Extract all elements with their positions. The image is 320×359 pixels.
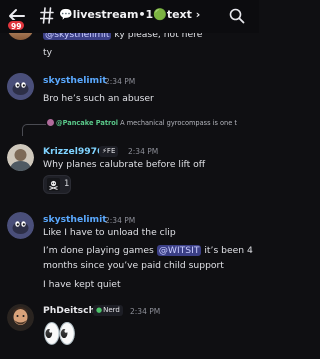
- reply-preview[interactable]: @Pancake Patrol A mechanical gyrocompass…: [47, 119, 237, 127]
- search-button[interactable]: [229, 8, 245, 24]
- reaction-count: 1: [64, 179, 70, 189]
- username[interactable]: Krizzel9976: [43, 146, 103, 157]
- avatar[interactable]: [7, 144, 34, 171]
- reaction-pill[interactable]: 1: [43, 175, 71, 194]
- reply-avatar-icon: [47, 119, 54, 126]
- message-text: months since you’ve paid child support: [43, 260, 224, 271]
- timestamp: 2:34 PM: [105, 77, 136, 86]
- username[interactable]: PhDeitsch: [43, 305, 95, 316]
- role-tag[interactable]: ⚡FE: [99, 146, 119, 157]
- pirate-flag-icon: [47, 178, 60, 191]
- emoji-message: 👀: [42, 317, 77, 350]
- timestamp: 2:34 PM: [130, 307, 161, 316]
- hash-icon: [39, 7, 54, 24]
- avatar[interactable]: [7, 212, 34, 239]
- username[interactable]: skysthelimit: [43, 75, 107, 86]
- avatar[interactable]: [7, 73, 34, 100]
- unread-badge: 99: [7, 20, 26, 31]
- channel-header: 99 💬livestream•1🟢text ›: [0, 0, 259, 33]
- message-text: Why planes calubrate before lift off: [43, 159, 206, 170]
- message-text: I have kept quiet: [43, 279, 121, 290]
- timestamp: 2:34 PM: [105, 216, 136, 225]
- message-text: ty: [43, 47, 53, 58]
- message-text: Bro he’s such an abuser: [43, 93, 154, 104]
- search-icon: [229, 8, 245, 24]
- role-tag[interactable]: ●Nerd: [93, 305, 123, 316]
- reply-connector: [22, 124, 46, 136]
- username[interactable]: skysthelimit: [43, 214, 107, 225]
- channel-title[interactable]: 💬livestream•1🟢text ›: [59, 8, 200, 21]
- user-mention[interactable]: @WITSIT: [156, 245, 202, 256]
- message-text: I’m done playing games @WITSIT it’s been…: [43, 245, 253, 256]
- message-list[interactable]: @skysthelimit ky please, not here ty sky…: [0, 0, 259, 359]
- leaf-icon: ●: [96, 306, 103, 314]
- message-text: Like I have to unload the clip: [43, 227, 176, 238]
- avatar[interactable]: [7, 304, 34, 331]
- timestamp: 2:34 PM: [128, 147, 159, 156]
- discord-channel-view: @skysthelimit ky please, not here ty sky…: [0, 0, 259, 359]
